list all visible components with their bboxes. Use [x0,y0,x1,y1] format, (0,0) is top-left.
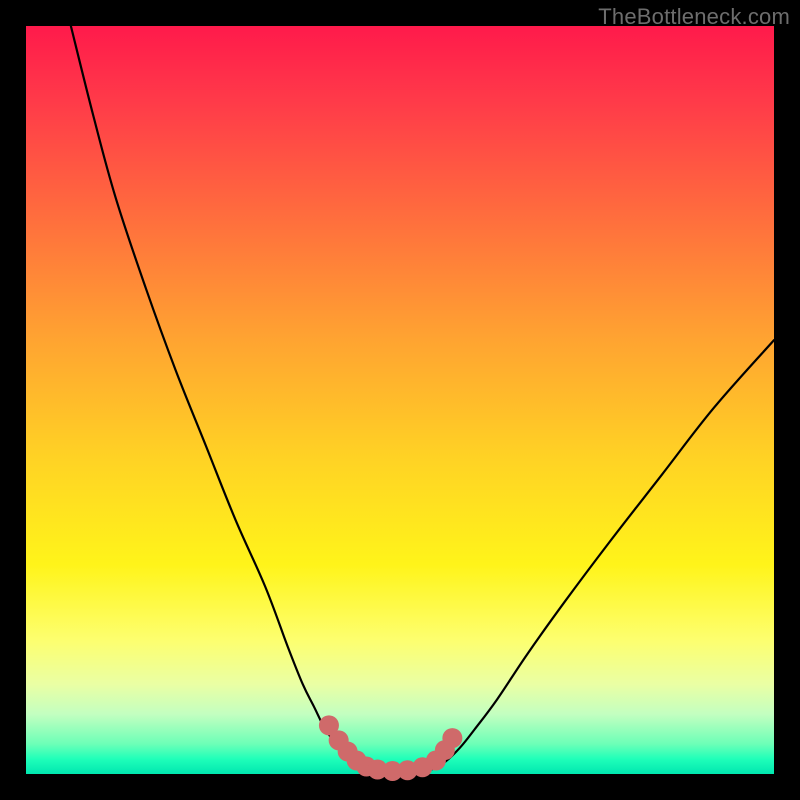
watermark-text: TheBottleneck.com [598,4,790,30]
highlight-dots-group [319,715,462,781]
chart-area [26,26,774,774]
highlight-dot [442,728,462,748]
chart-svg [26,26,774,774]
curve-left-branch [71,26,370,770]
curve-right-branch [430,340,774,770]
